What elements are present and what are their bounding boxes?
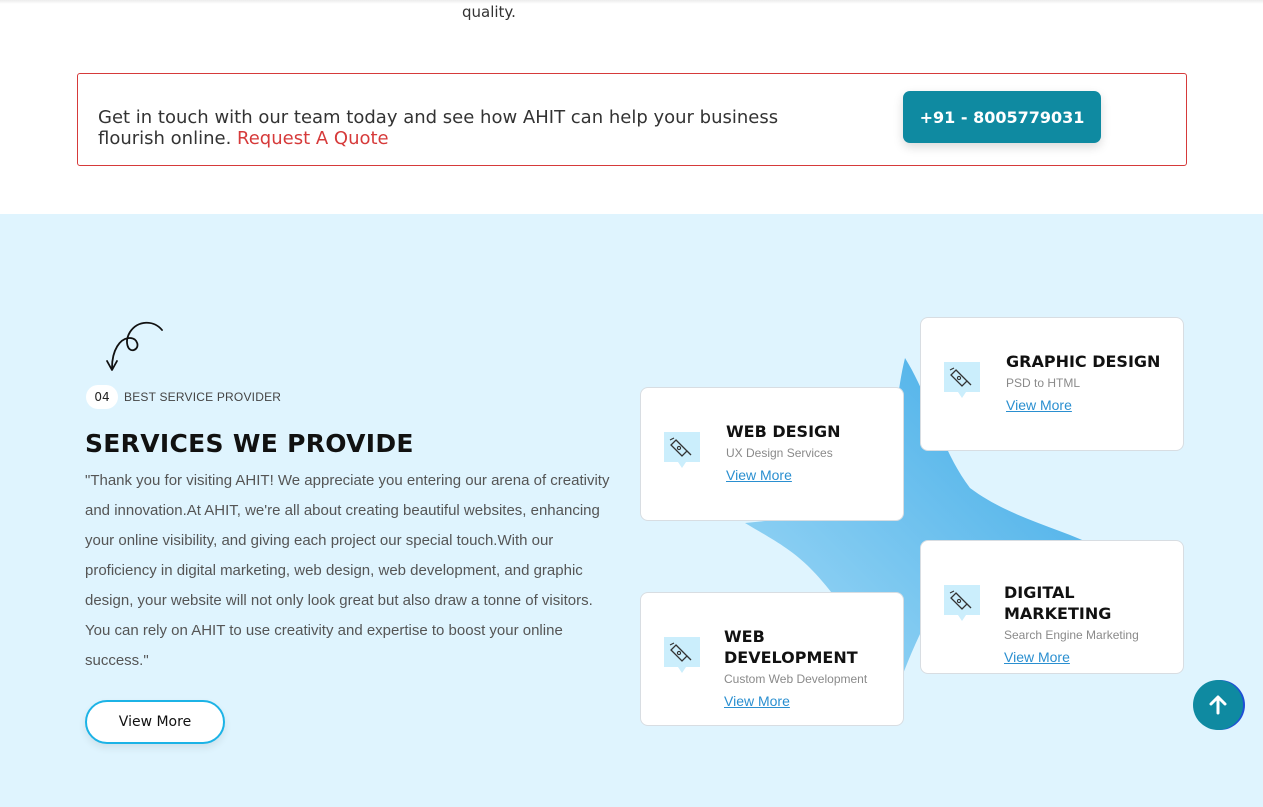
- pen-tool-icon: [664, 637, 700, 673]
- pen-tool-icon: [944, 362, 980, 398]
- card-title: WEB DEVELOPMENT: [724, 627, 858, 667]
- card-title: DIGITAL MARKETING: [1004, 583, 1112, 623]
- arrow-up-icon: [1209, 695, 1227, 715]
- service-count-badge: 04: [86, 385, 118, 409]
- phone-button[interactable]: +91 - 8005779031: [903, 91, 1101, 143]
- card-title: WEB DESIGN: [726, 422, 841, 441]
- best-service-provider-label: BEST SERVICE PROVIDER: [124, 390, 282, 404]
- card-title: GRAPHIC DESIGN: [1006, 352, 1161, 371]
- request-quote-link[interactable]: Request A Quote: [237, 128, 389, 149]
- contact-cta-box: Get in touch with our team today and see…: [77, 73, 1187, 166]
- card-subtitle: PSD to HTML: [1006, 376, 1081, 390]
- card-subtitle: Custom Web Development: [724, 672, 868, 686]
- scroll-to-top-button[interactable]: [1193, 680, 1243, 730]
- card-subtitle: Search Engine Marketing: [1004, 628, 1139, 642]
- cta-message: Get in touch with our team today and see…: [98, 107, 779, 149]
- pen-tool-icon: [664, 432, 700, 468]
- card-view-more-link[interactable]: View More: [1004, 649, 1070, 665]
- services-heading: SERVICES WE PROVIDE: [85, 429, 414, 458]
- top-divider: [0, 0, 1263, 4]
- service-card-web-development[interactable]: WEB DEVELOPMENT Custom Web Development V…: [640, 592, 904, 726]
- card-view-more-link[interactable]: View More: [726, 467, 792, 483]
- cta-text-block: Get in touch with our team today and see…: [98, 107, 818, 149]
- card-subtitle: UX Design Services: [726, 446, 833, 460]
- services-description: "Thank you for visiting AHIT! We appreci…: [85, 472, 610, 669]
- card-view-more-link[interactable]: View More: [1006, 397, 1072, 413]
- service-card-digital-marketing[interactable]: DIGITAL MARKETING Search Engine Marketin…: [920, 540, 1184, 674]
- service-card-graphic-design[interactable]: GRAPHIC DESIGN PSD to HTML View More: [920, 317, 1184, 451]
- previous-section-text: quality.: [462, 3, 516, 21]
- view-more-button[interactable]: View More: [85, 700, 225, 744]
- curly-arrow-icon: [106, 321, 163, 371]
- pen-tool-icon: [944, 585, 980, 621]
- service-card-web-design[interactable]: WEB DESIGN UX Design Services View More: [640, 387, 904, 521]
- card-view-more-link[interactable]: View More: [724, 693, 790, 709]
